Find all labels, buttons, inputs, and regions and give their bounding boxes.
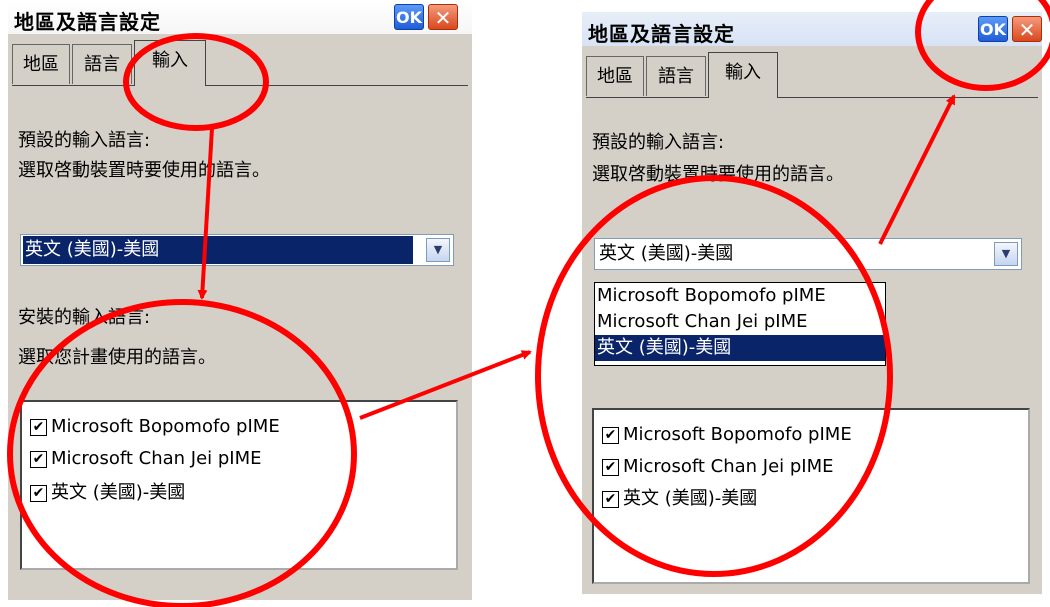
- annotation-arrow: [878, 94, 956, 245]
- annotation-circle: [7, 299, 357, 607]
- annotation-arrow: [197, 127, 214, 300]
- annotation-overlay: [7, 0, 1050, 607]
- annotation-circle: [123, 33, 269, 131]
- annotation-circle: [915, 0, 1050, 91]
- annotation-arrow: [359, 350, 532, 420]
- annotation-circle: [535, 175, 893, 577]
